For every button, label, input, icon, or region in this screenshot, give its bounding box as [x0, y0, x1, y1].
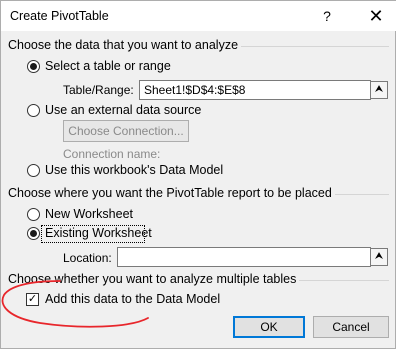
connection-name-label: Connection name:	[63, 147, 161, 161]
new-worksheet-radio[interactable]	[27, 208, 40, 221]
select-table-label[interactable]: Select a table or range	[45, 59, 171, 73]
external-source-radio[interactable]	[27, 104, 40, 117]
existing-worksheet-label[interactable]: Existing Worksheet	[45, 226, 152, 240]
table-range-collapse-button[interactable]: ⮝	[370, 81, 388, 99]
data-source-heading: Choose the data that you want to analyze	[8, 38, 242, 52]
collapse-arrow-icon: ⮝	[374, 84, 384, 95]
cancel-button[interactable]: Cancel	[313, 316, 389, 338]
placement-heading: Choose where you want the PivotTable rep…	[8, 186, 335, 200]
table-range-input[interactable]: Sheet1!$D$4:$E$8	[139, 80, 371, 100]
dialog-title: Create PivotTable	[10, 9, 109, 23]
ok-button[interactable]: OK	[233, 316, 305, 338]
location-collapse-button[interactable]: ⮝	[370, 248, 388, 266]
help-button[interactable]: ?	[317, 6, 337, 26]
select-table-radio[interactable]	[27, 60, 40, 73]
existing-worksheet-radio[interactable]	[27, 227, 40, 240]
data-model-label[interactable]: Use this workbook's Data Model	[45, 163, 223, 177]
external-source-label[interactable]: Use an external data source	[45, 103, 201, 117]
new-worksheet-label[interactable]: New Worksheet	[45, 207, 133, 221]
collapse-arrow-icon: ⮝	[374, 251, 384, 262]
multiple-tables-heading: Choose whether you want to analyze multi…	[8, 272, 300, 286]
title-bar: Create PivotTable ? ✕	[1, 1, 397, 31]
location-input[interactable]	[117, 247, 371, 267]
create-pivottable-dialog: Create PivotTable ? ✕ Choose the data th…	[0, 0, 397, 349]
location-label: Location:	[63, 251, 112, 265]
add-to-data-model-checkbox[interactable]: ✓	[26, 293, 39, 306]
close-icon[interactable]: ✕	[365, 5, 387, 27]
table-range-label: Table/Range:	[63, 83, 134, 97]
checkmark-icon: ✓	[27, 293, 38, 305]
add-to-data-model-label[interactable]: Add this data to the Data Model	[45, 292, 220, 306]
data-model-radio[interactable]	[27, 164, 40, 177]
choose-connection-button[interactable]: Choose Connection...	[63, 120, 189, 142]
